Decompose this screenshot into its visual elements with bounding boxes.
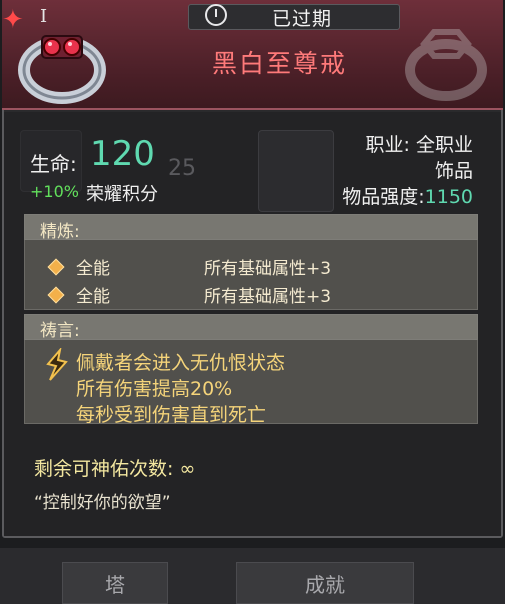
ring-watermark-icon (405, 29, 487, 101)
refine-header (24, 214, 478, 240)
bless-count: 剩余可神佑次数: ∞ (34, 458, 196, 480)
item-type: 饰品 (434, 160, 473, 182)
prayer-line: 每秒受到伤害直到死亡 (76, 404, 267, 426)
flavor-quote: “控制好你的欲望” (34, 493, 171, 513)
ghost-slot (258, 130, 334, 212)
hp-label: 生命: (30, 152, 77, 176)
hp-ghost-value: 25 (168, 156, 196, 181)
prayer-line: 所有伤害提高20% (76, 378, 233, 400)
tab-achievements[interactable]: 成就 (236, 562, 414, 604)
tab-tower[interactable]: 塔 (62, 562, 168, 604)
refine-attr: 所有基础属性+3 (204, 287, 332, 307)
honor-label: 荣耀积分 (86, 184, 158, 205)
refine-row: 全能 (47, 282, 110, 307)
refine-name: 全能 (76, 287, 110, 307)
power-value: 1150 (424, 186, 473, 208)
class-requirement: 职业: 全职业 (365, 134, 473, 156)
hp-value: 120 (90, 134, 155, 174)
ring-item-icon (18, 35, 106, 104)
timer-icon (205, 4, 227, 26)
item-power: 物品强度:1150 (342, 182, 473, 209)
prayer-rune-icon (46, 348, 68, 381)
prayer-header (24, 314, 478, 340)
item-name: 黑白至尊戒 (212, 49, 348, 78)
diamond-icon (47, 258, 65, 276)
diamond-icon (47, 286, 65, 304)
power-label: 物品强度: (342, 186, 425, 208)
refine-attr: 所有基础属性+3 (204, 259, 332, 279)
refine-title: 精炼: (40, 222, 80, 242)
refine-name: 全能 (76, 259, 110, 279)
prayer-line: 佩戴者会进入无仇恨状态 (76, 352, 286, 374)
refine-row: 全能 (47, 254, 110, 279)
prayer-title: 祷言: (40, 321, 80, 341)
honor-bonus: +10% (30, 182, 79, 201)
status-text: 已过期 (272, 8, 333, 30)
